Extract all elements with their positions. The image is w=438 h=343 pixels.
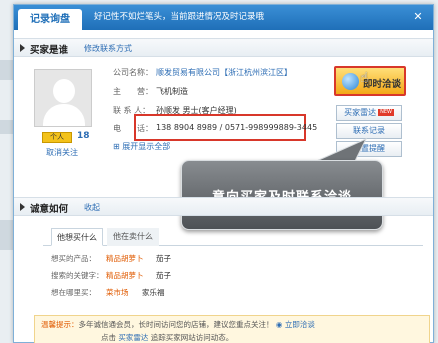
avatar [34, 69, 92, 127]
header-hint: 好记性不如烂笔头，当前跟进情况及时记录哦 [94, 12, 265, 22]
edit-contact-link[interactable]: 修改联系方式 [84, 43, 132, 54]
tip-line-1: 温馨提示：多年诚信通会员，长时间访问您的店铺，建议您重点关注！ ◉ 立即洽谈 [41, 319, 315, 330]
phone-label: 电 话： [113, 124, 153, 133]
intent-row-tag[interactable]: 精品胡萝卜 [106, 253, 144, 264]
close-icon[interactable]: ✕ [411, 10, 425, 24]
intent-row-value: 茄子 [156, 254, 171, 263]
avatar-body [43, 104, 85, 126]
phone-value: 138 8904 8989 / 0571-998999889-3445 [156, 123, 318, 132]
dialog-titlebar: 记录询盘 好记性不如烂笔头，当前跟进情况及时记录哦 ✕ [14, 5, 433, 30]
member-badge: 个人 [42, 132, 72, 143]
tip-prefix: 温馨提示： [41, 320, 79, 329]
instant-chat-button[interactable]: 即时洽谈 ☝ [334, 66, 406, 96]
tip-box: 温馨提示：多年诚信通会员，长时间访问您的店铺，建议您重点关注！ ◉ 立即洽谈 点… [34, 315, 430, 343]
inquiry-dialog: 记录询盘 好记性不如烂笔头，当前跟进情况及时记录哦 ✕ 买家是谁 修改联系方式 … [13, 4, 434, 343]
collapse-link[interactable]: 收起 [84, 202, 100, 213]
buyer-radar-label: 买家雷达 [344, 108, 377, 117]
chat-now-link[interactable]: ◉ 立即洽谈 [276, 320, 315, 329]
buyer-radar-link[interactable]: 买家雷达 [118, 333, 148, 342]
expand-all-label: 展开显示全部 [122, 142, 171, 151]
intent-tabs: 他想买什么 他在卖什么 [43, 228, 423, 246]
intent-row-tag[interactable]: 精品胡萝卜 [106, 270, 144, 281]
unfollow-link[interactable]: 取消关注 [46, 147, 78, 158]
intent-row-label: 想买的产品： [51, 254, 96, 263]
tip-text: 多年诚信通会员，长时间访问您的店铺，建议您重点关注！ [78, 320, 274, 329]
business-label: 主 营： [113, 87, 153, 96]
buyer-section-title: 买家是谁 [30, 45, 69, 56]
expand-all-link[interactable]: ⊞ 展开显示全部 [113, 141, 170, 152]
record-inquiry-tab[interactable]: 记录询盘 [18, 9, 82, 30]
intent-section-title: 诚意如何 [30, 204, 69, 215]
bg-strip [0, 120, 14, 134]
collapse-arrow-icon [20, 44, 25, 52]
business-value: 飞机制造 [156, 87, 188, 96]
avatar-head [53, 79, 75, 103]
member-count: 18 [77, 131, 90, 141]
tip-click: 点击 [101, 333, 116, 342]
bg-strip [0, 220, 14, 250]
buyer-radar-button[interactable]: 买家雷达 NEW [336, 105, 402, 121]
hand-cursor-icon: ☝ [360, 70, 369, 86]
tab-is-selling[interactable]: 他在卖什么 [107, 228, 159, 246]
tip-line-2: 点击 买家雷达 追踪买家网站访问动态。 [101, 332, 233, 343]
collapse-arrow-icon [20, 203, 25, 211]
tip-suffix: 追踪买家网站访问动态。 [150, 333, 234, 342]
company-value[interactable]: 顺发贸易有限公司【浙江杭州滨江区】 [156, 67, 292, 78]
intent-row-label: 想在哪里买： [51, 288, 96, 297]
buyer-section-header[interactable]: 买家是谁 修改联系方式 [14, 38, 433, 57]
bg-strip [0, 60, 14, 80]
intent-row-value: 茄子 [156, 271, 171, 280]
chat-now-label: 立即洽谈 [284, 320, 315, 329]
new-tag: NEW [378, 109, 394, 116]
callout-box: 意向买家及时联系洽谈 [181, 160, 383, 230]
intent-row-tag[interactable]: 菜市场 [106, 287, 129, 298]
company-label: 公司名称： [113, 68, 153, 77]
wangwang-icon [342, 73, 359, 90]
tab-wants-to-buy[interactable]: 他想买什么 [51, 228, 103, 246]
intent-row-value: 家乐福 [142, 288, 165, 297]
intent-row-label: 搜索的关键字： [51, 271, 104, 280]
intent-section-header[interactable]: 诚意如何 收起 [14, 197, 433, 216]
